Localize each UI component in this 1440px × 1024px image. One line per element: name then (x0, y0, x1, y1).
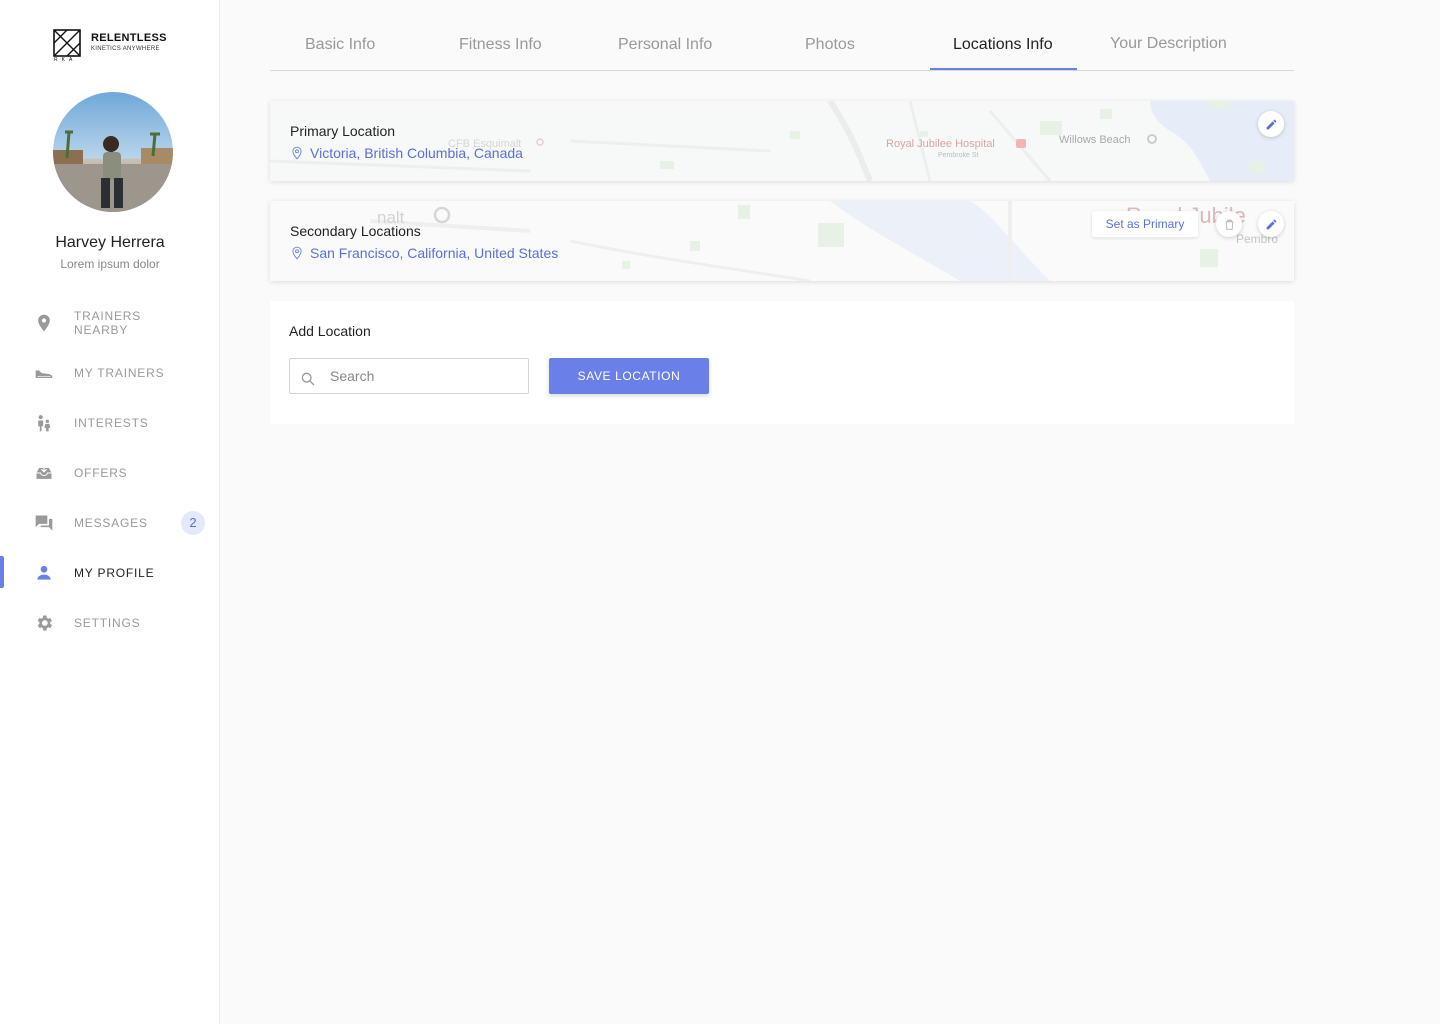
location-search-field[interactable] (289, 358, 529, 394)
map-label-hospital: Royal Jubilee Hospital (886, 138, 995, 150)
tab-locations-info[interactable]: Locations Info (953, 36, 1053, 54)
person-icon (34, 563, 54, 583)
sidebar-item-settings[interactable]: SETTINGS (0, 606, 220, 640)
chat-icon (34, 513, 54, 533)
location-pin-icon (292, 246, 302, 260)
messages-count-badge: 2 (181, 511, 205, 535)
secondary-location-title: Secondary Locations (290, 223, 421, 239)
map-label-beach: Willows Beach (1059, 134, 1131, 146)
sidebar-item-label: OFFERS (74, 466, 128, 480)
sidebar-item-my-profile[interactable]: MY PROFILE (0, 556, 220, 590)
location-pin-icon (34, 313, 54, 333)
primary-location-title: Primary Location (290, 123, 396, 139)
user-subtitle: Lorem ipsum dolor (60, 257, 160, 271)
inbox-tray-icon (34, 463, 54, 483)
tab-fitness-info[interactable]: Fitness Info (459, 36, 542, 54)
add-location-title: Add Location (289, 323, 371, 339)
delete-location-button[interactable] (1216, 211, 1242, 237)
sidebar-item-messages[interactable]: MESSAGES 2 (0, 506, 220, 540)
sidebar-item-trainers-nearby[interactable]: TRAINERS NEARBY (0, 306, 220, 340)
location-search-input[interactable] (330, 359, 520, 393)
secondary-location-text: San Francisco, California, United States (310, 245, 559, 261)
save-location-button[interactable]: SAVE LOCATION (549, 358, 709, 394)
sidebar-item-offers[interactable]: OFFERS (0, 456, 220, 490)
sidebar-item-label: TRAINERS NEARBY (74, 309, 142, 337)
brand-name: RELENTLESS (91, 32, 167, 44)
user-name: Harvey Herrera (55, 234, 165, 251)
sidebar-item-label: MY PROFILE (74, 566, 155, 580)
primary-location-address[interactable]: Victoria, British Columbia, Canada (290, 145, 523, 161)
secondary-location-address[interactable]: San Francisco, California, United States (290, 245, 558, 261)
pencil-icon (1266, 119, 1276, 129)
edit-primary-location-button[interactable] (1258, 111, 1284, 137)
brand-mark-icon: RKA (53, 29, 81, 63)
people-icon (34, 413, 54, 433)
primary-location-text: Victoria, British Columbia, Canada (310, 145, 523, 161)
tab-personal-info[interactable]: Personal Info (618, 36, 712, 54)
active-tab-indicator (930, 68, 1077, 70)
tab-your-description[interactable]: Your Description (1110, 35, 1227, 53)
gear-icon (34, 613, 54, 633)
tab-photos[interactable]: Photos (805, 36, 855, 54)
brand-logo[interactable]: RKA RELENTLESS KINETICS ANYWHERE (53, 29, 167, 63)
location-pin-icon (292, 146, 302, 160)
set-as-primary-button[interactable]: Set as Primary (1092, 211, 1198, 237)
sidebar-item-interests[interactable]: INTERESTS (0, 406, 220, 440)
search-icon (300, 371, 316, 392)
tab-basic-info[interactable]: Basic Info (305, 36, 375, 54)
add-location-card: Add Location SAVE LOCATION (270, 301, 1294, 424)
sidebar: RKA RELENTLESS KINETICS ANYWHERE Harvey … (0, 0, 220, 1024)
primary-location-map: CFB Esquimalt Royal Jubilee Hospital Pem… (270, 101, 1294, 181)
pencil-icon (1266, 219, 1276, 229)
secondary-location-card: nalt Royal Jubile Pembro Secondary Locat… (270, 201, 1294, 281)
edit-secondary-location-button[interactable] (1258, 211, 1284, 237)
primary-location-card: CFB Esquimalt Royal Jubilee Hospital Pem… (270, 101, 1294, 181)
map-label-street: Pembroke St (938, 152, 979, 159)
sneaker-icon (34, 363, 54, 383)
sidebar-item-label: MESSAGES (74, 516, 148, 530)
profile-tabs: Basic Info Fitness Info Personal Info Ph… (270, 0, 1294, 71)
sidebar-item-label: SETTINGS (74, 616, 141, 630)
brand-tagline: KINETICS ANYWHERE (91, 46, 160, 52)
sidebar-item-label: MY TRAINERS (74, 366, 165, 380)
sidebar-item-my-trainers[interactable]: MY TRAINERS (0, 356, 220, 390)
svg-text:RKA: RKA (54, 57, 76, 61)
avatar[interactable] (53, 92, 173, 212)
sidebar-item-label: INTERESTS (74, 416, 149, 430)
trash-icon (1225, 219, 1233, 230)
